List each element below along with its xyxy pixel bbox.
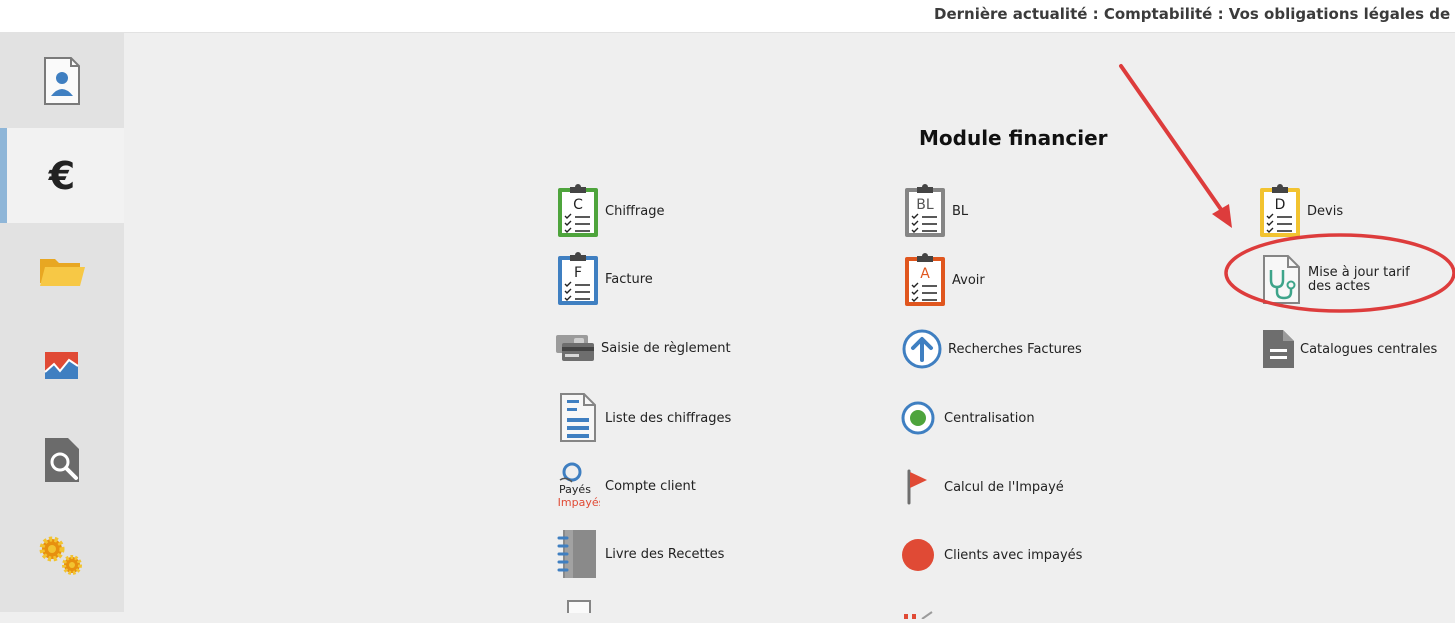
recherches-factures-label: Recherches Factures <box>948 341 1082 357</box>
catalogues-centrales-link[interactable]: Catalogues centrales <box>1261 328 1437 370</box>
centralisation-icon <box>901 401 935 435</box>
flag-icon <box>907 469 927 505</box>
clipboard-a-icon: A <box>905 253 945 306</box>
sidebar-item-finance[interactable]: € <box>0 128 124 223</box>
livre-recettes-link[interactable]: Livre des Recettes <box>556 528 724 580</box>
paid-unpaid-icon: Payés Impayés <box>558 462 600 509</box>
page-title: Module financier <box>919 126 1108 150</box>
red-dot-icon <box>902 539 934 571</box>
mise-a-jour-tarif-label: Mise à jour tarif des actes <box>1308 265 1410 294</box>
avoir-link[interactable]: A Avoir <box>903 252 985 308</box>
chart-icon <box>44 351 79 379</box>
icon-letter: D <box>1275 197 1286 213</box>
avoir-label: Avoir <box>952 272 985 288</box>
livre-recettes-label: Livre des Recettes <box>605 546 725 562</box>
liste-chiffrages-label: Liste des chiffrages <box>605 410 732 426</box>
chiffrage-label: Chiffrage <box>605 203 665 219</box>
stethoscope-document-icon <box>1263 255 1300 304</box>
upload-arrow-icon <box>902 329 942 369</box>
paid-text: Payés <box>559 483 591 496</box>
mise-a-jour-tarif-link[interactable]: Mise à jour tarif des actes <box>1261 254 1433 306</box>
payment-card-icon <box>556 335 594 361</box>
sidebar: € <box>0 33 124 612</box>
folder-icon <box>40 258 85 286</box>
clipboard-d-icon: D <box>1260 184 1300 237</box>
clipboard-c-icon: C <box>558 184 598 237</box>
search-document-icon <box>45 437 79 482</box>
svg-text:€: € <box>48 156 75 196</box>
catalogues-centrales-label: Catalogues centrales <box>1300 341 1438 357</box>
document-list-icon <box>560 393 596 442</box>
centralisation-link[interactable]: Centralisation <box>901 399 1035 437</box>
compte-client-link[interactable]: Payés Impayés Compte client <box>556 462 696 510</box>
sidebar-item-settings[interactable] <box>0 508 124 603</box>
clipboard-bl-icon: BL <box>905 184 945 237</box>
unpaid-text: Impayés <box>558 496 600 509</box>
annotation-arrow <box>1119 64 1229 220</box>
top-bar: Dernière actualité : Comptabilité : Vos … <box>0 0 1455 33</box>
sidebar-item-search[interactable] <box>0 413 124 508</box>
saisie-reglement-link[interactable]: Saisie de règlement <box>554 332 731 364</box>
patient-icon <box>44 56 80 105</box>
arrowhead-icon <box>1212 204 1232 228</box>
devis-label: Devis <box>1307 203 1344 219</box>
liste-chiffrages-link[interactable]: Liste des chiffrages <box>556 392 731 444</box>
annotation-overlay <box>1119 64 1455 313</box>
notebook-icon <box>557 530 596 578</box>
partial-document-icon[interactable] <box>566 598 594 617</box>
centralisation-label: Centralisation <box>944 410 1035 426</box>
sidebar-item-documents[interactable] <box>0 223 124 318</box>
icon-letter: C <box>573 197 583 213</box>
clients-impayes-link[interactable]: Clients avec impayés <box>901 536 1082 574</box>
devis-link[interactable]: D Devis <box>1258 183 1343 239</box>
calcul-impaye-link[interactable]: Calcul de l'Impayé <box>901 468 1064 506</box>
partial-calendar-icon[interactable] <box>902 604 936 623</box>
icon-letter: BL <box>916 197 934 213</box>
sidebar-item-statistics[interactable] <box>0 318 124 413</box>
facture-label: Facture <box>605 271 653 287</box>
clients-impayes-label: Clients avec impayés <box>944 547 1083 563</box>
recherches-factures-link[interactable]: Recherches Factures <box>901 328 1082 370</box>
facture-link[interactable]: F Facture <box>556 251 653 307</box>
news-ticker[interactable]: Dernière actualité : Comptabilité : Vos … <box>934 5 1455 23</box>
sidebar-item-patients[interactable] <box>0 33 124 128</box>
clipboard-f-icon: F <box>558 252 598 305</box>
bl-link[interactable]: BL BL <box>903 183 968 239</box>
saisie-reglement-label: Saisie de règlement <box>601 340 731 356</box>
chiffrage-link[interactable]: C Chiffrage <box>556 183 664 239</box>
compte-client-label: Compte client <box>605 478 696 494</box>
icon-letter: F <box>574 265 582 281</box>
icon-letter: A <box>920 266 930 282</box>
bl-label: BL <box>952 203 969 219</box>
calcul-impaye-label: Calcul de l'Impayé <box>944 479 1064 495</box>
gears-icon <box>39 536 82 575</box>
file-icon <box>1263 330 1294 368</box>
euro-icon: € <box>48 156 75 196</box>
